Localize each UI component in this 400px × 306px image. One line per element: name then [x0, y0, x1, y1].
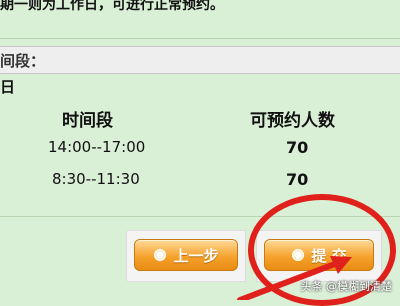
watermark: 头条 @模糊到清楚 — [300, 280, 393, 293]
pointer-arrow-icon — [237, 256, 352, 300]
